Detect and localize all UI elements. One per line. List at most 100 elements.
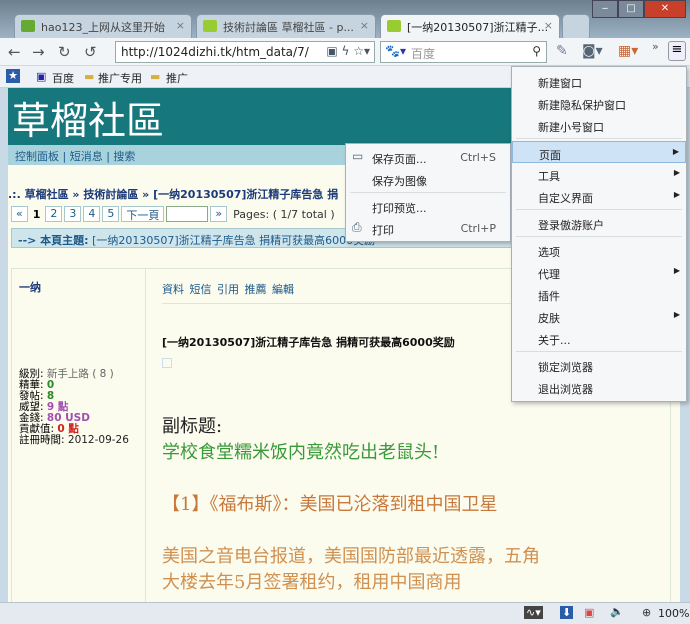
- baidu-paw-icon[interactable]: 🐾▾: [385, 44, 406, 58]
- tab-hao123[interactable]: hao123_上网从这里开始 ×: [14, 14, 192, 38]
- maximize-button[interactable]: □: [618, 0, 644, 18]
- screenshot-icon[interactable]: ◙▾: [582, 43, 603, 59]
- nav-search[interactable]: 搜索: [113, 150, 135, 163]
- close-tab-icon[interactable]: ×: [360, 19, 369, 32]
- tab-title: 技術討論區 草榴社區 - p...: [223, 21, 354, 34]
- menu-item[interactable]: 新建隐私保护窗口: [512, 92, 686, 114]
- page-link[interactable]: 5: [102, 206, 120, 222]
- menu-item-label: 工具: [538, 170, 560, 183]
- search-icon[interactable]: ⚲: [532, 44, 541, 58]
- menu-item[interactable]: ▭ 保存页面... Ctrl+S: [346, 146, 510, 168]
- menu-item[interactable]: 登录傲游账户: [512, 212, 686, 234]
- menu-item[interactable]: 关于...: [512, 327, 686, 349]
- refresh-button[interactable]: ↻: [58, 43, 71, 61]
- bookmark-baidu[interactable]: 百度: [52, 70, 74, 86]
- menu-item-label: 锁定浏览器: [538, 361, 593, 374]
- pages-info: Pages: ( 1/7 total ): [233, 207, 335, 221]
- menu-item[interactable]: 工具 ▶: [512, 163, 686, 185]
- submenu-arrow-icon: ▶: [673, 310, 680, 319]
- undo-close-button[interactable]: ↺: [84, 43, 97, 61]
- tab-active-post[interactable]: [一纳20130507]浙江精子... ×: [380, 14, 560, 38]
- page-link[interactable]: 4: [83, 206, 101, 222]
- nav-control-panel[interactable]: 控制面板: [15, 150, 59, 163]
- address-bar[interactable]: http://1024dizhi.tk/htm_data/7/ ▣ ϟ ☆▾: [115, 41, 375, 63]
- menu-separator: [516, 351, 682, 352]
- menu-item[interactable]: 锁定浏览器: [512, 354, 686, 376]
- action-profile[interactable]: 資料: [162, 283, 184, 296]
- author-panel: 一纳 級別: 新手上路 ( 8 ) 精華: 0 發帖: 8 威望: 9 點金錢: 80…: [12, 269, 146, 602]
- menu-item[interactable]: 插件: [512, 283, 686, 305]
- zoom-level[interactable]: 100%: [658, 607, 689, 620]
- breadcrumb[interactable]: .:. 草榴社區 » 技術討論區 » [一纳20130507]浙江精子库告急 捐: [8, 186, 338, 202]
- menu-item[interactable]: 页面 ▶: [512, 141, 686, 163]
- menu-item-label: 新建窗口: [538, 77, 582, 90]
- main-menu-button[interactable]: ≡: [668, 41, 686, 61]
- last-page-button[interactable]: »: [210, 206, 228, 222]
- close-tab-icon[interactable]: ×: [176, 19, 185, 32]
- hao123-favicon-icon: [21, 20, 35, 32]
- menu-item[interactable]: 选项: [512, 239, 686, 261]
- download-icon[interactable]: ⬇: [560, 606, 574, 619]
- bookmark-folder-promo-only[interactable]: 推广专用: [98, 70, 142, 86]
- submenu-arrow-icon: ▶: [673, 190, 680, 199]
- search-placeholder: 百度: [411, 47, 436, 61]
- forum-favicon-icon: [387, 20, 401, 32]
- action-quote[interactable]: 引用: [217, 283, 239, 296]
- next-page-button[interactable]: 下一頁: [121, 206, 165, 222]
- network-monitor-icon[interactable]: ∿▾: [524, 606, 543, 619]
- submenu-arrow-icon: ▶: [672, 147, 679, 156]
- menu-item-label: 皮肤: [538, 312, 560, 325]
- page-link[interactable]: 2: [45, 206, 63, 222]
- menu-item-label: 退出浏览器: [538, 383, 593, 396]
- stat-value: 2012-09-26: [67, 434, 129, 446]
- menu-item-label: 插件: [538, 290, 560, 303]
- first-page-button[interactable]: «: [11, 206, 28, 222]
- menu-item[interactable]: 新建窗口: [512, 70, 686, 92]
- menu-item[interactable]: ⎙ 打印 Ctrl+P: [346, 217, 510, 239]
- window-controls: ‒ □ ✕: [592, 0, 686, 18]
- more-extensions-button[interactable]: »: [652, 40, 659, 53]
- volume-icon[interactable]: 🔈: [610, 605, 624, 618]
- translate-icon[interactable]: ▦▾: [618, 43, 638, 59]
- menu-item[interactable]: 代理 ▶: [512, 261, 686, 283]
- menu-item-label: 代理: [538, 268, 560, 281]
- forward-button[interactable]: →: [32, 43, 45, 61]
- browser-window: ‒ □ ✕ hao123_上网从这里开始 × 技術討論區 草榴社區 - p... ×…: [0, 0, 690, 624]
- menu-item[interactable]: 皮肤 ▶: [512, 305, 686, 327]
- bookmark-folder-promo[interactable]: 推广: [166, 70, 188, 86]
- tab-title: hao123_上网从这里开始: [41, 21, 165, 34]
- page-link[interactable]: 3: [64, 206, 82, 222]
- zoom-icon[interactable]: ⊕: [642, 606, 651, 619]
- action-message[interactable]: 短信: [190, 283, 212, 296]
- notification-icon[interactable]: ▣: [584, 606, 594, 619]
- page-jump-input[interactable]: [166, 206, 209, 222]
- favorites-star-icon[interactable]: ★: [6, 69, 20, 83]
- search-input[interactable]: 🐾▾ 百度 ⚲: [380, 41, 547, 63]
- forum-favicon-icon: [203, 20, 217, 32]
- minimize-button[interactable]: ‒: [592, 0, 618, 18]
- nav-messages[interactable]: 短消息: [70, 150, 103, 163]
- menu-item[interactable]: 打印预览...: [346, 195, 510, 217]
- menu-item[interactable]: 退出浏览器: [512, 376, 686, 398]
- menu-item[interactable]: 保存为图像: [346, 168, 510, 190]
- print-icon: ⎙: [352, 220, 362, 234]
- note-icon[interactable]: ✎: [556, 43, 568, 59]
- close-tab-icon[interactable]: ×: [544, 19, 553, 32]
- topic-title[interactable]: [一纳20130507]浙江精子库告急 捐精可获最高6000奖励: [92, 234, 375, 247]
- menu-item[interactable]: 自定义界面 ▶: [512, 185, 686, 207]
- stat-label: 註冊時間:: [19, 434, 65, 446]
- address-actions-icon[interactable]: ▣ ϟ ☆▾: [326, 44, 370, 58]
- tab-forum[interactable]: 技術討論區 草榴社區 - p... ×: [196, 14, 376, 38]
- close-window-button[interactable]: ✕: [644, 0, 686, 18]
- menu-item-label: 打印: [372, 224, 394, 237]
- pagination: « 1 2 3 4 5 下一頁 » Pages: ( 1/7 total ): [11, 206, 335, 222]
- menu-separator: [350, 192, 506, 193]
- menu-separator: [516, 209, 682, 210]
- menu-item[interactable]: 新建小号窗口: [512, 114, 686, 136]
- action-edit[interactable]: 編輯: [272, 283, 294, 296]
- new-tab-button[interactable]: [562, 14, 590, 38]
- menu-item-label: 保存页面...: [372, 153, 427, 166]
- action-recommend[interactable]: 推薦: [245, 283, 267, 296]
- author-name[interactable]: 一纳: [19, 281, 41, 294]
- back-button[interactable]: ←: [8, 43, 21, 61]
